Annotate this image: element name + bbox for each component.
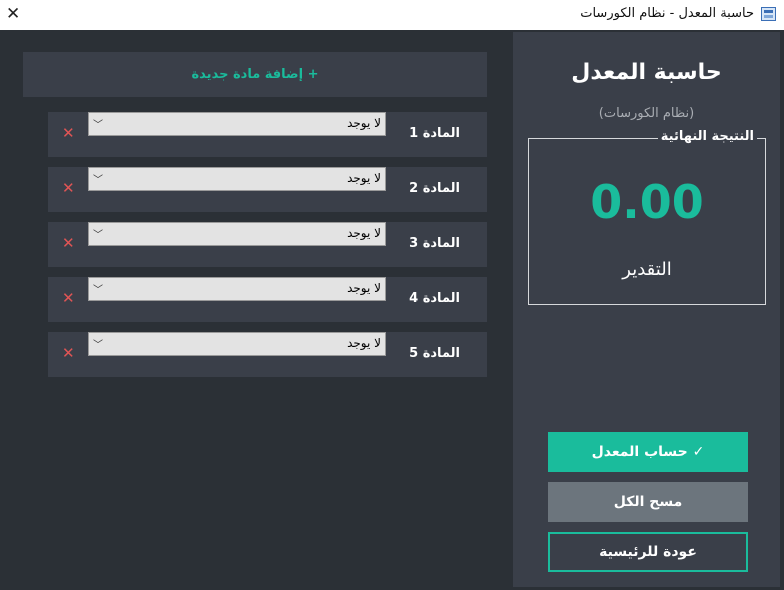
grade-select-value: لا يوجد [347,116,381,130]
remove-icon[interactable]: ✕ [62,290,75,307]
grade-select-value: لا يوجد [347,226,381,240]
grade-select[interactable]: لا يوجد ﹀ [88,112,386,136]
page-subtitle: (نظام الكورسات) [598,106,695,121]
remove-icon[interactable]: ✕ [62,235,75,252]
grade-select[interactable]: لا يوجد ﹀ [88,332,386,356]
subject-label: المادة 1 [409,126,460,141]
window-titlebar: ✕ حاسبة المعدل - نظام الكورسات [0,0,784,30]
subject-row: المادة 1 لا يوجد ﹀ ✕ [48,112,487,157]
calculate-button[interactable]: ✓ حساب المعدل [548,432,748,472]
grade-select[interactable]: لا يوجد ﹀ [88,167,386,191]
chevron-down-icon: ﹀ [93,175,103,186]
remove-icon[interactable]: ✕ [62,345,75,362]
page-title: حاسبة المعدل [571,60,722,85]
grade-select[interactable]: لا يوجد ﹀ [88,277,386,301]
chevron-down-icon: ﹀ [93,340,103,351]
remove-icon[interactable]: ✕ [62,180,75,197]
calculator-app-icon [761,7,776,21]
result-sidebar: حاسبة المعدل (نظام الكورسات) النتيجة الن… [513,32,780,587]
remove-icon[interactable]: ✕ [62,125,75,142]
grade-label: التقدير [622,259,672,280]
close-icon[interactable]: ✕ [6,4,20,24]
subject-label: المادة 4 [409,291,460,306]
subject-label: المادة 2 [409,181,460,196]
result-legend: النتيجة النهائية [657,129,757,144]
chevron-down-icon: ﹀ [93,285,103,296]
result-group: النتيجة النهائية 0.00 التقدير [528,129,766,305]
chevron-down-icon: ﹀ [93,230,103,241]
back-home-button[interactable]: عودة للرئيسية [548,532,748,572]
window-title: حاسبة المعدل - نظام الكورسات [580,6,754,21]
grade-select-value: لا يوجد [347,171,381,185]
subject-label: المادة 3 [409,236,460,251]
grade-select-value: لا يوجد [347,281,381,295]
clear-all-button[interactable]: مسح الكل [548,482,748,522]
subject-row: المادة 4 لا يوجد ﹀ ✕ [48,277,487,322]
subject-row: المادة 5 لا يوجد ﹀ ✕ [48,332,487,377]
subject-row: المادة 3 لا يوجد ﹀ ✕ [48,222,487,267]
subject-row: المادة 2 لا يوجد ﹀ ✕ [48,167,487,212]
gpa-value: 0.00 [590,175,704,229]
subject-label: المادة 5 [409,346,460,361]
grade-select-value: لا يوجد [347,336,381,350]
add-subject-button[interactable]: + إضافة مادة جديدة [23,52,487,97]
chevron-down-icon: ﹀ [93,120,103,131]
grade-select[interactable]: لا يوجد ﹀ [88,222,386,246]
